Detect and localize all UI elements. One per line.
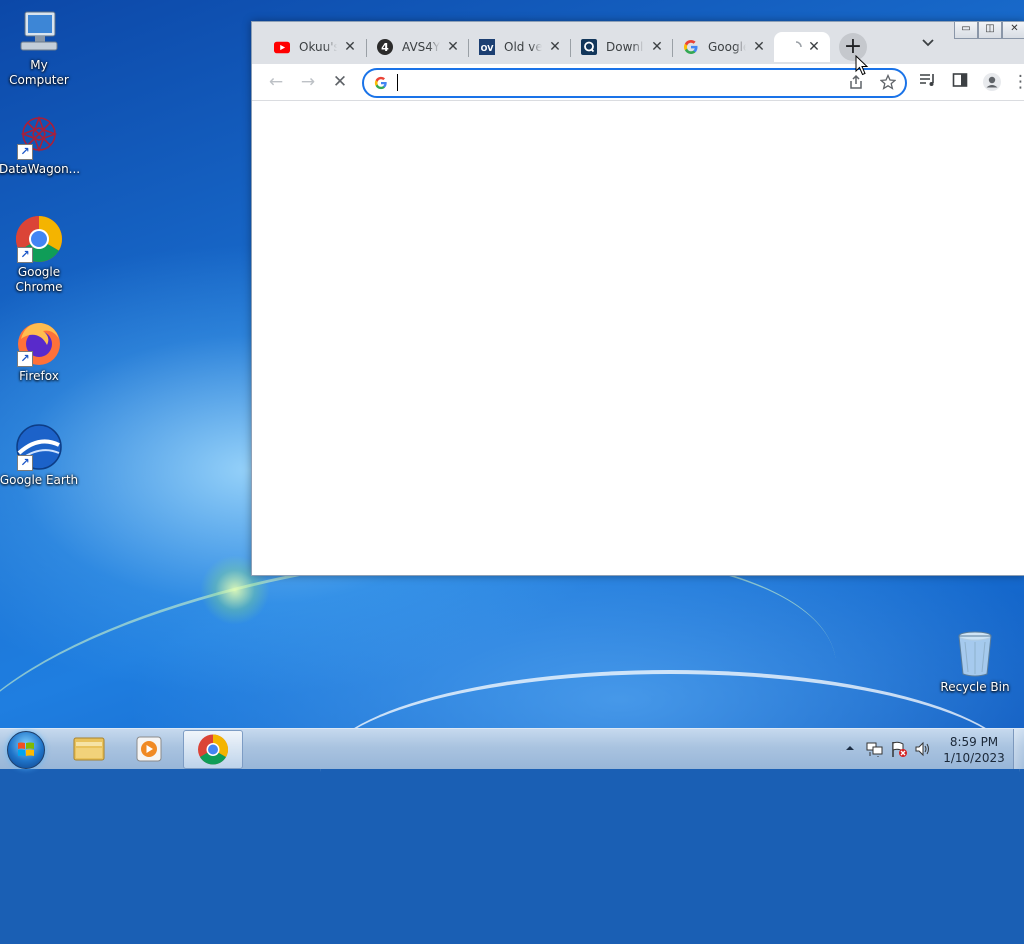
close-icon[interactable]: ✕ <box>649 39 665 55</box>
text-caret <box>397 74 398 91</box>
clock-date: 1/10/2023 <box>943 751 1005 765</box>
computer-icon <box>15 8 63 56</box>
restore-button[interactable]: ◫ <box>978 22 1002 39</box>
forward-arrow-icon[interactable]: → <box>298 72 318 92</box>
shortcut-arrow-icon: ↗ <box>17 351 33 367</box>
tab-download-site[interactable]: Downlo ✕ <box>571 32 673 62</box>
system-clock[interactable]: 8:59 PM 1/10/2023 <box>940 734 1008 766</box>
google-earth-icon: ↗ <box>15 423 63 471</box>
svg-text:OV: OV <box>481 44 495 53</box>
tab-oldversion[interactable]: OV Old ver ✕ <box>469 32 571 62</box>
tab-strip: Okuu's ✕ 4 AVS4YO ✕ OV Old ver ✕ Downlo … <box>252 22 1024 64</box>
tab-title: Old ver <box>504 40 542 54</box>
close-icon[interactable]: ✕ <box>547 39 563 55</box>
desktop-icon-label: DataWagon... <box>0 162 81 176</box>
volume-icon[interactable] <box>914 740 932 780</box>
desktop-icon-label: Firefox <box>19 369 59 383</box>
address-bar[interactable] <box>362 68 907 98</box>
google-icon <box>683 39 699 55</box>
avs4you-icon: 4 <box>377 39 393 55</box>
shortcut-arrow-icon: ↗ <box>17 144 33 160</box>
youtube-icon <box>274 39 290 55</box>
chrome-icon: ↗ <box>15 215 63 263</box>
datawagon-icon: ↗ <box>15 112 63 160</box>
minimize-button[interactable]: ▭ <box>954 22 978 39</box>
profile-avatar-icon[interactable] <box>982 72 1002 92</box>
close-icon[interactable]: ✕ <box>751 39 767 55</box>
desktop-icon-recycle-bin[interactable]: Recycle Bin <box>935 630 1015 695</box>
address-input[interactable] <box>396 73 836 91</box>
browser-toolbar: ← → ✕ ⋮ <box>252 64 1024 101</box>
close-icon[interactable]: ✕ <box>342 39 358 55</box>
tab-title: Google <box>708 40 746 54</box>
oldversion-icon: OV <box>479 39 495 55</box>
bookmark-star-icon[interactable] <box>879 73 897 94</box>
mouse-cursor-icon <box>855 54 869 80</box>
windows-logo-icon <box>18 742 34 756</box>
close-icon[interactable]: ✕ <box>445 39 461 55</box>
start-button[interactable] <box>7 731 45 769</box>
show-hidden-icons-icon[interactable] <box>844 742 856 782</box>
tab-title: Okuu's <box>299 40 337 54</box>
page-content[interactable] <box>252 101 1024 575</box>
shortcut-arrow-icon: ↗ <box>17 247 33 263</box>
download-site-icon <box>581 39 597 55</box>
taskbar-chrome[interactable] <box>183 730 243 769</box>
shortcut-arrow-icon: ↗ <box>17 455 33 471</box>
file-explorer-icon <box>73 737 105 761</box>
network-icon[interactable] <box>866 740 884 780</box>
close-icon[interactable]: ✕ <box>806 39 822 55</box>
tab-title: AVS4YO <box>402 40 440 54</box>
svg-text:4: 4 <box>381 41 389 54</box>
desktop-icon-label: Google Chrome <box>15 265 63 294</box>
stop-loading-icon[interactable]: ✕ <box>330 72 350 92</box>
desktop-icon-firefox[interactable]: ↗ Firefox <box>0 319 79 384</box>
desktop-icon-label: Google Earth <box>0 473 79 487</box>
chrome-window[interactable]: Okuu's ✕ 4 AVS4YO ✕ OV Old ver ✕ Downlo … <box>251 21 1024 576</box>
loading-icon <box>788 39 804 55</box>
taskbar: 8:59 PM 1/10/2023 <box>0 728 1024 769</box>
tab-google[interactable]: Google ✕ <box>673 32 775 62</box>
media-control-icon[interactable] <box>918 72 938 92</box>
google-icon <box>374 75 388 94</box>
desktop-icon-label: Recycle Bin <box>940 680 1010 694</box>
side-panel-icon[interactable] <box>950 72 970 92</box>
chrome-icon <box>198 734 229 765</box>
tab-avs4you[interactable]: 4 AVS4YO ✕ <box>367 32 469 62</box>
more-menu-icon[interactable]: ⋮ <box>1012 72 1024 92</box>
firefox-icon: ↗ <box>15 319 63 367</box>
back-arrow-icon[interactable]: ← <box>266 72 286 92</box>
clock-time: 8:59 PM <box>949 735 999 749</box>
show-desktop-button[interactable] <box>1013 729 1024 769</box>
taskbar-file-explorer[interactable] <box>60 730 118 767</box>
taskbar-media-player[interactable] <box>121 730 179 767</box>
action-center-flag-icon[interactable] <box>890 740 908 780</box>
tab-title: Downlo <box>606 40 644 54</box>
tab-new-active[interactable]: ✕ <box>774 32 830 62</box>
tab-youtube[interactable]: Okuu's ✕ <box>264 32 366 62</box>
media-player-icon <box>136 736 162 762</box>
desktop-icon-google-earth[interactable]: ↗ Google Earth <box>0 423 79 488</box>
desktop-icon-label: My Computer <box>9 58 69 87</box>
close-window-button[interactable]: ✕ <box>1002 22 1024 39</box>
desktop-icon-datawagon[interactable]: ↗ DataWagon... <box>0 112 81 177</box>
desktop-icon-google-chrome[interactable]: ↗ Google Chrome <box>0 215 79 295</box>
desktop-icon-my-computer[interactable]: My Computer <box>0 8 79 88</box>
recycle-bin-icon <box>951 630 999 678</box>
tab-search-chevron-down-icon[interactable] <box>922 36 934 51</box>
